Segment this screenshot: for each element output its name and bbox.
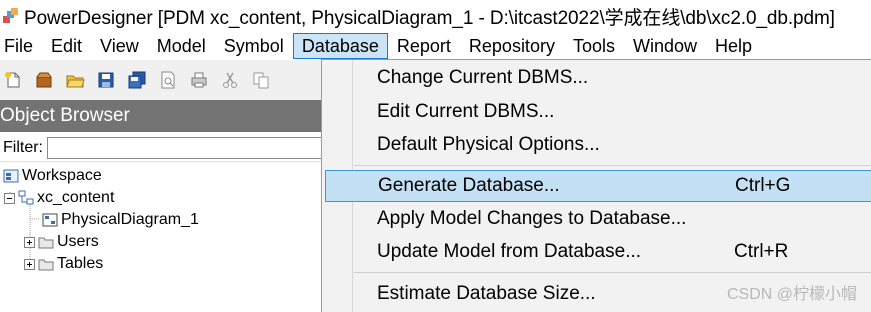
tree-item-label: PhysicalDiagram_1 [61, 211, 199, 228]
menu-window[interactable]: Window [624, 33, 706, 59]
expand-toggle[interactable] [24, 236, 35, 248]
standard-toolbar [0, 60, 322, 100]
menu-item-apply-model-changes[interactable]: Apply Model Changes to Database... [322, 203, 871, 235]
window-title: PowerDesigner [PDM xc_content, PhysicalD… [24, 7, 835, 29]
menu-item-label: Default Physical Options... [377, 134, 600, 155]
copy-button[interactable] [250, 69, 272, 91]
menu-item-label: Apply Model Changes to Database... [377, 208, 687, 229]
cut-icon [223, 72, 237, 88]
menu-item-label: Update Model from Database... [377, 241, 642, 262]
menu-file[interactable]: File [2, 33, 42, 59]
expand-toggle[interactable] [24, 258, 35, 270]
open-package-button[interactable] [33, 69, 55, 91]
print-button[interactable] [188, 69, 210, 91]
menu-item-label: Edit Current DBMS... [377, 101, 555, 122]
object-browser-title: Object Browser [0, 100, 322, 132]
diagram-icon [42, 213, 58, 227]
tree-item-xc-content[interactable]: xc_content [4, 187, 114, 209]
csdn-watermark: CSDN @柠檬小帽 [726, 286, 857, 303]
menu-database[interactable]: Database [292, 33, 388, 59]
tree-item-label: Workspace [22, 167, 102, 184]
tree-item-label: xc_content [37, 189, 115, 206]
print-icon [191, 72, 207, 88]
menu-symbol[interactable]: Symbol [215, 33, 293, 59]
new-file-icon [5, 72, 20, 88]
menu-item-default-physical-options[interactable]: Default Physical Options... [322, 129, 871, 161]
model-icon [18, 190, 34, 205]
menu-separator [354, 272, 871, 273]
open-folder-icon [66, 75, 85, 88]
copy-icon [253, 72, 269, 89]
cut-button[interactable] [219, 69, 241, 91]
folder-icon [38, 237, 54, 249]
powerdesigner-app-icon [3, 8, 18, 23]
open-folder-button[interactable] [64, 69, 86, 91]
menu-item-label: Generate Database... [378, 175, 560, 196]
menu-view[interactable]: View [91, 33, 148, 59]
menu-item-change-current-dbms[interactable]: Change Current DBMS... [322, 62, 871, 94]
menu-model[interactable]: Model [148, 33, 215, 59]
filter-input[interactable] [47, 136, 322, 159]
menu-item-generate-database[interactable]: Generate Database... Ctrl+G [325, 170, 871, 202]
filter-label: Filter: [3, 138, 43, 156]
tree-item-label: Users [57, 233, 99, 250]
save-icon [98, 72, 114, 88]
workspace-icon [3, 169, 19, 183]
object-browser-tree: Workspace xc_content PhysicalDiagram_1 U… [0, 164, 322, 312]
menu-item-edit-current-dbms[interactable]: Edit Current DBMS... [322, 96, 871, 128]
tree-item-label: Tables [57, 255, 104, 272]
menu-separator [354, 165, 871, 166]
menu-edit[interactable]: Edit [42, 33, 91, 59]
tree-item-workspace[interactable]: Workspace [3, 165, 102, 187]
tree-item-users[interactable]: Users [24, 231, 99, 253]
tree-item-tables[interactable]: Tables [24, 253, 103, 275]
database-menu-dropdown: Change Current DBMS... Edit Current DBMS… [321, 59, 871, 312]
object-browser-filter: Filter: [0, 134, 322, 162]
new-file-button[interactable] [2, 69, 24, 91]
menu-report[interactable]: Report [388, 33, 460, 59]
menu-item-label: Estimate Database Size... [377, 283, 596, 304]
menu-item-shortcut: Ctrl+R [734, 241, 789, 262]
menu-item-shortcut: Ctrl+G [735, 175, 791, 196]
menu-item-label: Change Current DBMS... [377, 67, 589, 88]
title-bar: PowerDesigner [PDM xc_content, PhysicalD… [0, 0, 871, 32]
save-all-icon [128, 71, 146, 89]
collapse-toggle[interactable] [4, 192, 15, 204]
print-preview-icon [161, 71, 175, 89]
menu-help[interactable]: Help [706, 33, 761, 59]
save-button[interactable] [95, 69, 117, 91]
menu-bar: File Edit View Model Symbol Database Rep… [0, 32, 871, 60]
menu-tools[interactable]: Tools [564, 33, 624, 59]
open-package-icon [36, 72, 52, 88]
tree-item-physical-diagram[interactable]: PhysicalDiagram_1 [42, 209, 199, 231]
save-all-button[interactable] [126, 69, 148, 91]
menu-item-update-model-from-database[interactable]: Update Model from Database... Ctrl+R [322, 236, 871, 268]
folder-icon [38, 259, 54, 271]
menu-repository[interactable]: Repository [460, 33, 564, 59]
print-preview-button[interactable] [157, 69, 179, 91]
